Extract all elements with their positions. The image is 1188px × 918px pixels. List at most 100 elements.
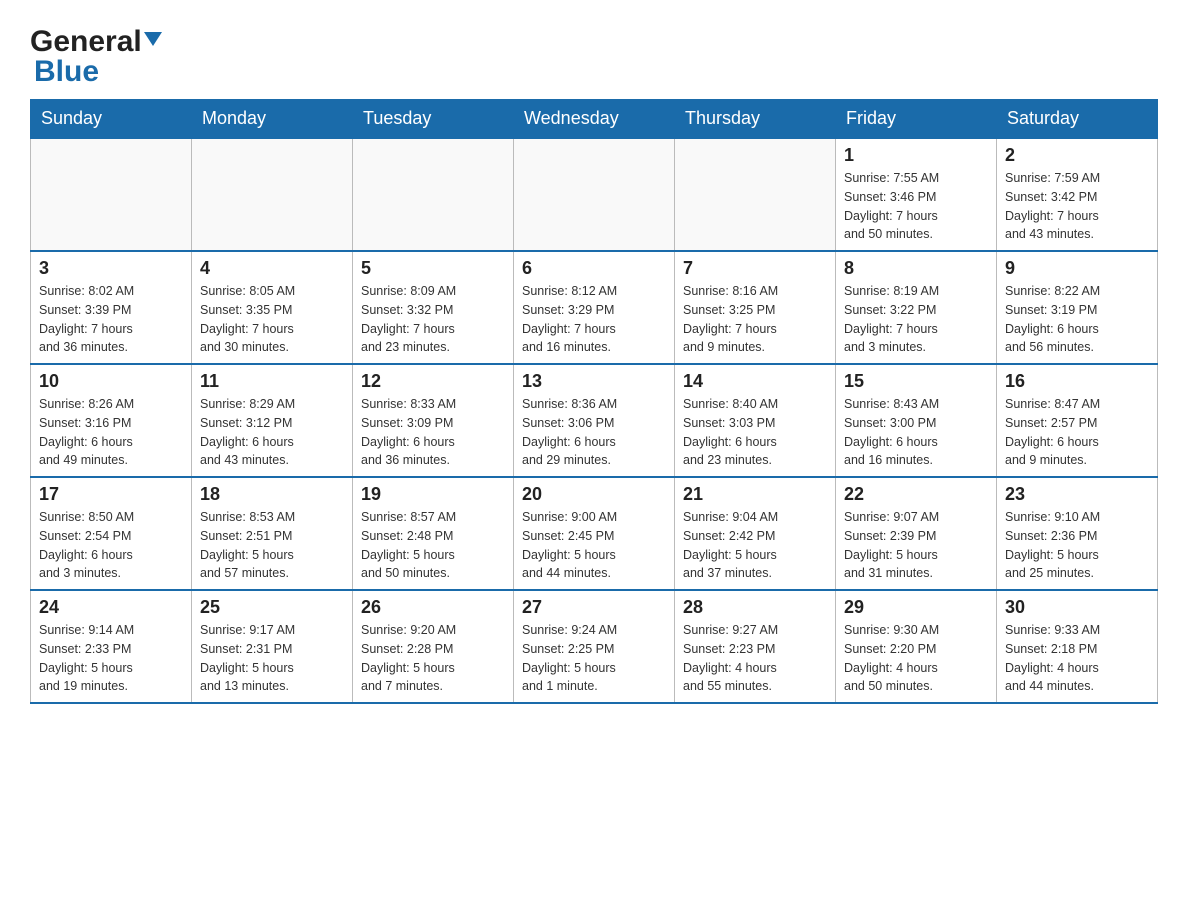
day-number: 28 [683,597,827,618]
day-info: Sunrise: 8:16 AMSunset: 3:25 PMDaylight:… [683,282,827,357]
logo-general-text: General [30,25,142,59]
day-number: 1 [844,145,988,166]
day-number: 27 [522,597,666,618]
day-number: 26 [361,597,505,618]
table-row: 30 Sunrise: 9:33 AMSunset: 2:18 PMDayligh… [997,590,1158,703]
table-row: 28 Sunrise: 9:27 AMSunset: 2:23 PMDayligh… [675,590,836,703]
day-info: Sunrise: 8:19 AMSunset: 3:22 PMDaylight:… [844,282,988,357]
header-day-friday: Friday [836,100,997,139]
day-number: 7 [683,258,827,279]
day-number: 19 [361,484,505,505]
table-row [675,138,836,251]
day-info: Sunrise: 9:24 AMSunset: 2:25 PMDaylight:… [522,621,666,696]
table-row: 4 Sunrise: 8:05 AMSunset: 3:35 PMDaylight… [192,251,353,364]
day-number: 30 [1005,597,1149,618]
calendar-header-row: SundayMondayTuesdayWednesdayThursdayFrid… [31,100,1158,139]
day-info: Sunrise: 9:00 AMSunset: 2:45 PMDaylight:… [522,508,666,583]
day-number: 17 [39,484,183,505]
table-row [31,138,192,251]
table-row: 12 Sunrise: 8:33 AMSunset: 3:09 PMDayligh… [353,364,514,477]
day-info: Sunrise: 8:47 AMSunset: 2:57 PMDaylight:… [1005,395,1149,470]
table-row: 23 Sunrise: 9:10 AMSunset: 2:36 PMDayligh… [997,477,1158,590]
table-row: 18Sunrise: 8:53 AMSunset: 2:51 PMDayligh… [192,477,353,590]
logo-blue-text: Blue [34,55,99,88]
table-row: 3 Sunrise: 8:02 AMSunset: 3:39 PMDaylight… [31,251,192,364]
day-number: 25 [200,597,344,618]
table-row: 24 Sunrise: 9:14 AMSunset: 2:33 PMDayligh… [31,590,192,703]
table-row [514,138,675,251]
table-row: 1 Sunrise: 7:55 AMSunset: 3:46 PMDaylight… [836,138,997,251]
day-number: 4 [200,258,344,279]
day-info: Sunrise: 8:57 AMSunset: 2:48 PMDaylight:… [361,508,505,583]
day-info: Sunrise: 9:20 AMSunset: 2:28 PMDaylight:… [361,621,505,696]
header-day-tuesday: Tuesday [353,100,514,139]
table-row: 14 Sunrise: 8:40 AMSunset: 3:03 PMDayligh… [675,364,836,477]
calendar-week-2: 3 Sunrise: 8:02 AMSunset: 3:39 PMDaylight… [31,251,1158,364]
table-row: 27 Sunrise: 9:24 AMSunset: 2:25 PMDayligh… [514,590,675,703]
day-info: Sunrise: 8:12 AMSunset: 3:29 PMDaylight:… [522,282,666,357]
day-number: 23 [1005,484,1149,505]
day-number: 24 [39,597,183,618]
day-info: Sunrise: 8:29 AMSunset: 3:12 PMDaylight:… [200,395,344,470]
day-number: 21 [683,484,827,505]
day-number: 29 [844,597,988,618]
table-row [192,138,353,251]
day-number: 12 [361,371,505,392]
table-row: 13 Sunrise: 8:36 AMSunset: 3:06 PMDayligh… [514,364,675,477]
day-info: Sunrise: 9:14 AMSunset: 2:33 PMDaylight:… [39,621,183,696]
table-row: 16Sunrise: 8:47 AMSunset: 2:57 PMDayligh… [997,364,1158,477]
table-row: 29Sunrise: 9:30 AMSunset: 2:20 PMDayligh… [836,590,997,703]
day-info: Sunrise: 8:09 AMSunset: 3:32 PMDaylight:… [361,282,505,357]
table-row: 22 Sunrise: 9:07 AMSunset: 2:39 PMDayligh… [836,477,997,590]
header-day-wednesday: Wednesday [514,100,675,139]
logo: General Blue [30,20,166,89]
table-row: 9Sunrise: 8:22 AMSunset: 3:19 PMDaylight… [997,251,1158,364]
day-number: 3 [39,258,183,279]
header-day-monday: Monday [192,100,353,139]
day-info: Sunrise: 9:07 AMSunset: 2:39 PMDaylight:… [844,508,988,583]
day-info: Sunrise: 9:27 AMSunset: 2:23 PMDaylight:… [683,621,827,696]
day-info: Sunrise: 8:26 AMSunset: 3:16 PMDaylight:… [39,395,183,470]
day-info: Sunrise: 8:36 AMSunset: 3:06 PMDaylight:… [522,395,666,470]
day-info: Sunrise: 8:50 AMSunset: 2:54 PMDaylight:… [39,508,183,583]
table-row: 8Sunrise: 8:19 AMSunset: 3:22 PMDaylight… [836,251,997,364]
day-number: 5 [361,258,505,279]
day-number: 13 [522,371,666,392]
table-row: 5 Sunrise: 8:09 AMSunset: 3:32 PMDaylight… [353,251,514,364]
header-day-saturday: Saturday [997,100,1158,139]
day-info: Sunrise: 7:55 AMSunset: 3:46 PMDaylight:… [844,169,988,244]
day-number: 22 [844,484,988,505]
day-number: 11 [200,371,344,392]
day-info: Sunrise: 8:05 AMSunset: 3:35 PMDaylight:… [200,282,344,357]
table-row: 15 Sunrise: 8:43 AMSunset: 3:00 PMDayligh… [836,364,997,477]
day-number: 14 [683,371,827,392]
table-row: 17 Sunrise: 8:50 AMSunset: 2:54 PMDayligh… [31,477,192,590]
day-info: Sunrise: 9:04 AMSunset: 2:42 PMDaylight:… [683,508,827,583]
day-info: Sunrise: 7:59 AMSunset: 3:42 PMDaylight:… [1005,169,1149,244]
calendar-table: SundayMondayTuesdayWednesdayThursdayFrid… [30,99,1158,704]
day-number: 15 [844,371,988,392]
day-info: Sunrise: 9:17 AMSunset: 2:31 PMDaylight:… [200,621,344,696]
page-header: General Blue [30,20,1158,89]
day-info: Sunrise: 9:33 AMSunset: 2:18 PMDaylight:… [1005,621,1149,696]
header-day-thursday: Thursday [675,100,836,139]
table-row: 11 Sunrise: 8:29 AMSunset: 3:12 PMDayligh… [192,364,353,477]
day-number: 20 [522,484,666,505]
table-row: 21 Sunrise: 9:04 AMSunset: 2:42 PMDayligh… [675,477,836,590]
table-row: 10Sunrise: 8:26 AMSunset: 3:16 PMDayligh… [31,364,192,477]
day-info: Sunrise: 8:22 AMSunset: 3:19 PMDaylight:… [1005,282,1149,357]
day-info: Sunrise: 8:43 AMSunset: 3:00 PMDaylight:… [844,395,988,470]
day-info: Sunrise: 9:10 AMSunset: 2:36 PMDaylight:… [1005,508,1149,583]
day-number: 6 [522,258,666,279]
table-row [353,138,514,251]
calendar-week-3: 10Sunrise: 8:26 AMSunset: 3:16 PMDayligh… [31,364,1158,477]
day-number: 18 [200,484,344,505]
header-day-sunday: Sunday [31,100,192,139]
table-row: 26 Sunrise: 9:20 AMSunset: 2:28 PMDayligh… [353,590,514,703]
day-info: Sunrise: 8:40 AMSunset: 3:03 PMDaylight:… [683,395,827,470]
day-number: 2 [1005,145,1149,166]
table-row: 7 Sunrise: 8:16 AMSunset: 3:25 PMDaylight… [675,251,836,364]
day-info: Sunrise: 8:02 AMSunset: 3:39 PMDaylight:… [39,282,183,357]
calendar-week-1: 1 Sunrise: 7:55 AMSunset: 3:46 PMDaylight… [31,138,1158,251]
day-info: Sunrise: 8:33 AMSunset: 3:09 PMDaylight:… [361,395,505,470]
